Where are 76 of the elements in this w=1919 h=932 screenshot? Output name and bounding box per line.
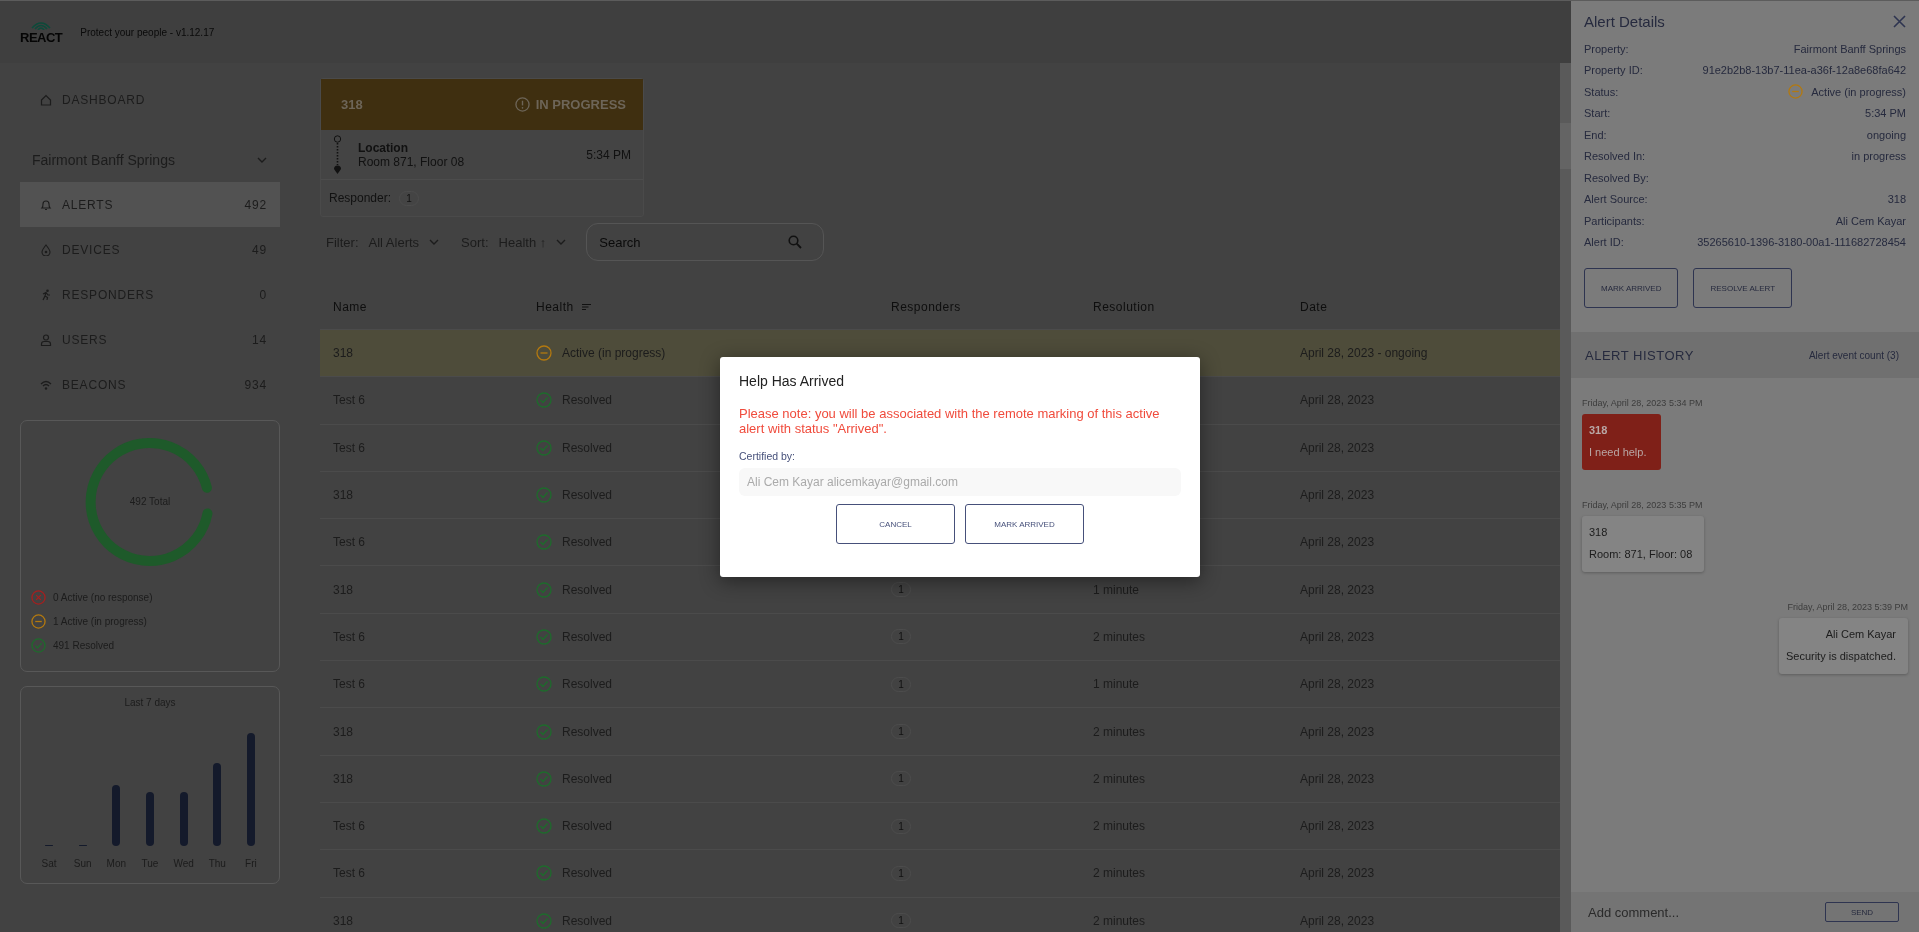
field-value: in progress [1851, 150, 1906, 163]
warning-note: Please note: you will be associated with the remote marking of this active alert with status "Arrived". [739, 406, 1161, 436]
user-icon [40, 333, 52, 346]
field-label: End: [1584, 128, 1607, 141]
check-circle-icon [536, 818, 552, 835]
check-circle-icon [536, 723, 552, 740]
wifi-icon [30, 19, 53, 30]
event-author: 318 [1589, 424, 1609, 436]
field-value: 35265610-1396-3180-00a1-111682728454 [1697, 236, 1906, 249]
event-count: Alert event count (3) [1808, 349, 1899, 361]
alert-name: 318 [341, 97, 363, 112]
minus-circle-icon [1788, 84, 1804, 100]
close-icon[interactable] [1893, 15, 1906, 28]
field-value: Active (in progress) [1811, 85, 1906, 98]
field-value: ongoing [1866, 128, 1906, 141]
sort-icon [581, 302, 591, 311]
field-label: Participants: [1584, 214, 1645, 227]
search-field[interactable]: Search [586, 223, 825, 261]
action-button[interactable]: RESOLVE ALERT [1693, 268, 1793, 308]
scrollbar-thumb[interactable] [1560, 123, 1571, 169]
check-circle-icon [536, 912, 552, 929]
chevron-down-icon [257, 156, 267, 163]
field-value: 5:34 PM [1865, 107, 1906, 120]
dialog-button[interactable]: CANCEL [836, 504, 955, 544]
field-label: Property ID: [1584, 64, 1643, 77]
field-label: Resolved In: [1584, 150, 1646, 163]
event-author: 318 [1589, 526, 1609, 538]
event-author: Ali Cem Kayar [1825, 628, 1896, 640]
check-circle-icon [536, 676, 552, 693]
field-label: Start: [1584, 107, 1611, 120]
field-value: 91e2b2b8-13b7-11ea-a36f-12a8e68fa642 [1702, 64, 1906, 77]
history-title: ALERT HISTORY [1585, 347, 1694, 363]
check-circle-icon [536, 439, 552, 456]
route-icon [333, 134, 342, 175]
check-circle-icon [536, 628, 552, 645]
runner-icon [40, 288, 52, 301]
check-circle-icon [31, 637, 46, 653]
check-circle-icon [536, 770, 552, 787]
field-value: Fairmont Banff Springs [1793, 42, 1906, 55]
check-circle-icon [536, 865, 552, 882]
field-label: Certified by: [739, 450, 797, 462]
check-circle-icon [536, 581, 552, 598]
check-circle-icon [536, 487, 552, 504]
field-label: Status: [1584, 85, 1619, 98]
event-text: Security is dispatched. [1785, 650, 1896, 662]
bell-icon [40, 198, 52, 211]
chart-bar [179, 792, 188, 846]
minus-circle-icon [31, 613, 46, 629]
field-value: 318 [1887, 193, 1906, 206]
alert-status: IN PROGRESS [535, 97, 626, 112]
field-label: Property: [1584, 42, 1629, 55]
chevron-down-icon [556, 239, 567, 245]
check-circle-icon [536, 534, 552, 551]
search-icon [788, 235, 803, 249]
dialog-button[interactable]: MARK ARRIVED [965, 504, 1084, 544]
field-label: Alert ID: [1584, 236, 1624, 249]
chart-bar [145, 792, 154, 846]
field-label: Alert Source: [1584, 193, 1648, 206]
home-icon [40, 93, 52, 106]
send-button[interactable]: SEND [1825, 902, 1899, 922]
panel-title: Alert Details [1584, 13, 1665, 30]
drop-icon [40, 243, 52, 256]
event-text: I need help. [1589, 446, 1648, 458]
event-text: Room: 871, Floor: 08 [1589, 548, 1693, 560]
action-button[interactable]: MARK ARRIVED [1584, 268, 1679, 308]
minus-circle-icon [536, 345, 552, 362]
field-label: Resolved By: [1584, 171, 1649, 184]
check-circle-icon [536, 392, 552, 409]
chart-bar [112, 785, 121, 846]
cross-circle-icon [31, 589, 46, 605]
exclamation-circle-icon [514, 97, 530, 112]
comment-field[interactable]: Add comment... [1586, 903, 1790, 921]
app-logo: REACT [20, 29, 63, 45]
chevron-down-icon [429, 239, 440, 245]
signal-icon [40, 378, 52, 391]
field-value: Ali Cem Kayar [1835, 214, 1906, 227]
